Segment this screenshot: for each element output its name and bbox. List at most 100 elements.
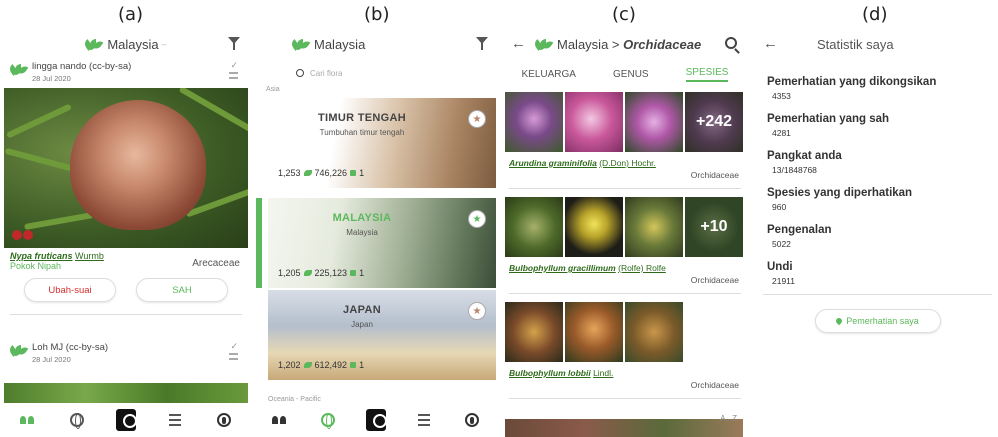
flora-card-japan[interactable]: JAPAN Japan ★ 1,202 612,492 1: [268, 290, 496, 380]
species-info[interactable]: Nypa fruticans Wurmb Pokok Nipah Arecace…: [4, 248, 248, 274]
region-header: Oceania - Pacific: [268, 396, 321, 403]
region-header: Asia: [266, 86, 280, 93]
screen-floras: Malaysia Cari flora Asia TIMUR TENGAH Tu…: [256, 30, 496, 437]
species-latin-name[interactable]: Nypa fruticans: [10, 251, 73, 261]
search-icon[interactable]: [725, 37, 737, 49]
breadcrumb-place[interactable]: Malaysia >: [557, 37, 620, 52]
nav-species-list-icon[interactable]: [165, 410, 185, 430]
species-author: (Rolfe) Rolfe: [618, 263, 666, 273]
nav-observations-icon[interactable]: [18, 410, 38, 430]
stat-value: 4281: [772, 128, 791, 138]
species-latin-name[interactable]: Bulbophyllum lobbii: [509, 368, 591, 378]
species-photo[interactable]: [505, 302, 563, 362]
nav-profile-icon[interactable]: [214, 410, 234, 430]
stat-label: Pangkat anda: [767, 150, 842, 162]
stat-label: Undi: [767, 261, 793, 273]
divider: [509, 293, 741, 294]
dropdown-chevron-icon[interactable]: –: [162, 39, 167, 49]
species-photos[interactable]: [503, 302, 747, 362]
flora-card-timur-tengah[interactable]: TIMUR TENGAH Tumbuhan timur tengah ★ 1,2…: [268, 98, 496, 188]
header-title[interactable]: Malaysia: [107, 37, 158, 52]
plantnet-leaf-icon: [7, 345, 29, 357]
page-title: Statistik saya: [817, 36, 894, 52]
flora-title: JAPAN: [343, 304, 381, 316]
check-icon: ✓: [230, 60, 238, 70]
nav-profile-icon[interactable]: [462, 410, 482, 430]
observer-name[interactable]: lingga nando (cc-by-sa): [32, 58, 248, 72]
observer-name-2[interactable]: Loh MJ (cc-by-sa): [32, 339, 248, 353]
panel-label-a: (a): [118, 4, 144, 25]
divider: [509, 398, 741, 399]
species-photo[interactable]: +10: [685, 197, 743, 257]
header-title[interactable]: Malaysia: [314, 37, 365, 52]
flora-search[interactable]: Cari flora: [296, 64, 496, 82]
divider: [763, 294, 992, 295]
flora-card-malaysia[interactable]: MALAYSIA Malaysia ★ 1,205 225,123 1: [268, 198, 496, 288]
species-count: 1,253: [278, 168, 301, 178]
observation-photo-2[interactable]: [4, 383, 248, 403]
edit-button[interactable]: Ubah-suai: [24, 278, 116, 302]
nav-species-list-icon[interactable]: [414, 410, 434, 430]
header: Malaysia –: [4, 30, 248, 58]
tab-family[interactable]: KELUARGA: [522, 69, 576, 80]
star-icon[interactable]: ★: [468, 302, 486, 320]
nav-camera-icon[interactable]: [115, 409, 137, 431]
back-arrow-icon[interactable]: ←: [511, 35, 526, 52]
screen-my-stats: ← Statistik saya Pemerhatian yang dikong…: [757, 30, 998, 437]
species-photo[interactable]: [565, 92, 623, 152]
search-input[interactable]: Cari flora: [310, 69, 342, 78]
species-author: (D.Don) Hochr.: [599, 158, 656, 168]
nav-observations-icon[interactable]: [270, 410, 290, 430]
flora-subtitle: Malaysia: [346, 228, 378, 237]
species-latin-name[interactable]: Arundina graminifolia: [509, 158, 597, 168]
filter-icon[interactable]: [476, 37, 488, 50]
species-photo[interactable]: +242: [685, 92, 743, 152]
species-photos[interactable]: +10: [503, 197, 747, 257]
selected-indicator: [256, 198, 262, 288]
nav-floras-icon[interactable]: [318, 410, 338, 430]
species-photo[interactable]: [565, 197, 623, 257]
species-photo[interactable]: [625, 197, 683, 257]
tab-species[interactable]: SPESIES: [685, 67, 729, 82]
nav-floras-icon[interactable]: [67, 410, 87, 430]
breadcrumb-family: Orchidaceae: [623, 36, 702, 52]
my-observations-label: Pemerhatian saya: [846, 316, 919, 326]
species-family: Orchidaceae: [690, 170, 739, 180]
species-latin-name[interactable]: Bulbophyllum gracillimum: [509, 263, 616, 273]
plantnet-leaf-icon: [532, 38, 554, 51]
stat-shared-observations: Pemerhatian yang dikongsikan 4353: [757, 76, 998, 101]
species-photo[interactable]: [625, 302, 683, 362]
taxon-tabs: KELUARGA GENUS SPESIES: [503, 62, 747, 86]
species-count: 1,202: [278, 360, 301, 370]
more-photos-count[interactable]: +10: [685, 197, 743, 257]
tab-genus[interactable]: GENUS: [613, 69, 649, 80]
contributor-count: 1: [359, 268, 365, 278]
star-icon[interactable]: ★: [468, 210, 486, 228]
stat-label: Pemerhatian yang dikongsikan: [767, 76, 937, 88]
stat-value: 21911: [772, 276, 796, 286]
species-photo[interactable]: [505, 92, 563, 152]
filter-icon[interactable]: [228, 37, 240, 50]
species-item[interactable]: Bulbophyllum gracillimum (Rolfe) Rolfe O…: [503, 257, 747, 291]
species-item[interactable]: Bulbophyllum lobbii Lindl. Orchidaceae: [503, 362, 747, 396]
my-observations-button[interactable]: Pemerhatian saya: [814, 309, 941, 333]
species-photos-partial[interactable]: [505, 419, 743, 437]
species-photo[interactable]: [565, 302, 623, 362]
flora-stats: 1,253 746,226 1: [278, 168, 364, 178]
star-icon[interactable]: ★: [468, 110, 486, 128]
observation-count: 612,492: [314, 360, 348, 370]
species-author: Wurmb: [75, 251, 104, 261]
observation-photo[interactable]: [4, 88, 248, 248]
nav-camera-icon[interactable]: [366, 409, 387, 431]
species-photos[interactable]: +242: [503, 92, 747, 152]
validate-button[interactable]: SAH: [136, 278, 228, 302]
back-arrow-icon[interactable]: ←: [763, 35, 778, 52]
more-photos-count[interactable]: +242: [685, 92, 743, 152]
species-photo[interactable]: [505, 197, 563, 257]
stack-icon: [229, 353, 238, 360]
species-family: Orchidaceae: [690, 275, 739, 285]
header: Malaysia: [256, 30, 496, 58]
az-index[interactable]: A...Z: [720, 414, 737, 423]
species-item[interactable]: Arundina graminifolia (D.Don) Hochr. Orc…: [503, 152, 747, 186]
species-photo[interactable]: [625, 92, 683, 152]
